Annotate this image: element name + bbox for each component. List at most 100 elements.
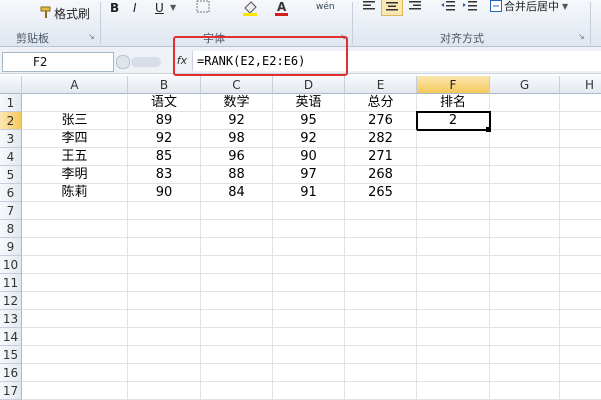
cell-b5[interactable]: 83 (128, 166, 201, 184)
cell-e1[interactable]: 总分 (345, 94, 417, 112)
cell-d12[interactable] (273, 292, 345, 310)
cell-e13[interactable] (345, 310, 417, 328)
cell-a16[interactable] (22, 364, 128, 382)
cell-g7[interactable] (490, 202, 560, 220)
row-header-4[interactable]: 4 (0, 148, 22, 166)
cell-f13[interactable] (417, 310, 490, 328)
cell-f1[interactable]: 排名 (417, 94, 490, 112)
cell-g3[interactable] (490, 130, 560, 148)
cell-e3[interactable]: 282 (345, 130, 417, 148)
cell-c11[interactable] (201, 274, 273, 292)
cell-h17[interactable] (560, 382, 601, 400)
cell-a2[interactable]: 张三 (22, 112, 128, 130)
row-header-16[interactable]: 16 (0, 364, 22, 382)
cell-d16[interactable] (273, 364, 345, 382)
cell-g12[interactable] (490, 292, 560, 310)
cell-f16[interactable] (417, 364, 490, 382)
cell-b7[interactable] (128, 202, 201, 220)
cell-b13[interactable] (128, 310, 201, 328)
cell-h11[interactable] (560, 274, 601, 292)
row-header-1[interactable]: 1 (0, 94, 22, 112)
cell-c10[interactable] (201, 256, 273, 274)
cell-e8[interactable] (345, 220, 417, 238)
cell-a5[interactable]: 李明 (22, 166, 128, 184)
row-header-9[interactable]: 9 (0, 238, 22, 256)
column-header-e[interactable]: E (345, 76, 417, 94)
cell-g16[interactable] (490, 364, 560, 382)
cell-g6[interactable] (490, 184, 560, 202)
cell-d17[interactable] (273, 382, 345, 400)
alignment-launcher-icon[interactable]: ↘ (578, 32, 587, 41)
cell-d1[interactable]: 英语 (273, 94, 345, 112)
cell-h12[interactable] (560, 292, 601, 310)
increase-indent-icon[interactable] (462, 0, 478, 12)
cell-h14[interactable] (560, 328, 601, 346)
cell-g15[interactable] (490, 346, 560, 364)
cell-f8[interactable] (417, 220, 490, 238)
cell-g2[interactable] (490, 112, 560, 130)
cell-a12[interactable] (22, 292, 128, 310)
cell-a3[interactable]: 李四 (22, 130, 128, 148)
cell-c7[interactable] (201, 202, 273, 220)
cell-d9[interactable] (273, 238, 345, 256)
cell-g5[interactable] (490, 166, 560, 184)
cell-f17[interactable] (417, 382, 490, 400)
cell-f10[interactable] (417, 256, 490, 274)
cell-b8[interactable] (128, 220, 201, 238)
row-header-13[interactable]: 13 (0, 310, 22, 328)
column-header-a[interactable]: A (22, 76, 128, 94)
name-box-expand-icon[interactable] (116, 55, 130, 69)
cell-c3[interactable]: 98 (201, 130, 273, 148)
cell-h15[interactable] (560, 346, 601, 364)
cell-h16[interactable] (560, 364, 601, 382)
cell-h13[interactable] (560, 310, 601, 328)
cell-a17[interactable] (22, 382, 128, 400)
cell-h3[interactable] (560, 130, 601, 148)
row-header-6[interactable]: 6 (0, 184, 22, 202)
column-header-f[interactable]: F (417, 76, 490, 94)
underline-button[interactable]: U (155, 0, 164, 16)
cell-a1[interactable] (22, 94, 128, 112)
cell-c15[interactable] (201, 346, 273, 364)
cell-g17[interactable] (490, 382, 560, 400)
cell-e6[interactable]: 265 (345, 184, 417, 202)
cell-d8[interactable] (273, 220, 345, 238)
cell-d10[interactable] (273, 256, 345, 274)
name-box[interactable]: F2 (2, 52, 114, 72)
cell-c17[interactable] (201, 382, 273, 400)
decrease-indent-icon[interactable] (440, 0, 456, 12)
cell-a14[interactable] (22, 328, 128, 346)
cell-b12[interactable] (128, 292, 201, 310)
phonetic-guide-button[interactable]: wén (316, 0, 335, 15)
bold-button[interactable]: B (110, 0, 119, 16)
cell-b10[interactable] (128, 256, 201, 274)
cell-c2[interactable]: 92 (201, 112, 273, 130)
cell-a10[interactable] (22, 256, 128, 274)
cell-h10[interactable] (560, 256, 601, 274)
formula-bar-splitter-icon[interactable] (131, 57, 161, 67)
cell-e4[interactable]: 271 (345, 148, 417, 166)
cell-d6[interactable]: 91 (273, 184, 345, 202)
cell-c4[interactable]: 96 (201, 148, 273, 166)
cell-h8[interactable] (560, 220, 601, 238)
cell-f14[interactable] (417, 328, 490, 346)
align-center-icon[interactable] (381, 0, 403, 16)
row-header-14[interactable]: 14 (0, 328, 22, 346)
cell-e2[interactable]: 276 (345, 112, 417, 130)
cell-c13[interactable] (201, 310, 273, 328)
cell-e7[interactable] (345, 202, 417, 220)
cell-b15[interactable] (128, 346, 201, 364)
cell-b6[interactable]: 90 (128, 184, 201, 202)
cell-d14[interactable] (273, 328, 345, 346)
cell-d13[interactable] (273, 310, 345, 328)
cell-b2[interactable]: 89 (128, 112, 201, 130)
row-header-17[interactable]: 17 (0, 382, 22, 400)
cell-c1[interactable]: 数学 (201, 94, 273, 112)
cell-d4[interactable]: 90 (273, 148, 345, 166)
font-color-icon[interactable]: A (274, 0, 290, 16)
row-header-7[interactable]: 7 (0, 202, 22, 220)
cell-c5[interactable]: 88 (201, 166, 273, 184)
row-header-12[interactable]: 12 (0, 292, 22, 310)
cell-e16[interactable] (345, 364, 417, 382)
cell-c9[interactable] (201, 238, 273, 256)
